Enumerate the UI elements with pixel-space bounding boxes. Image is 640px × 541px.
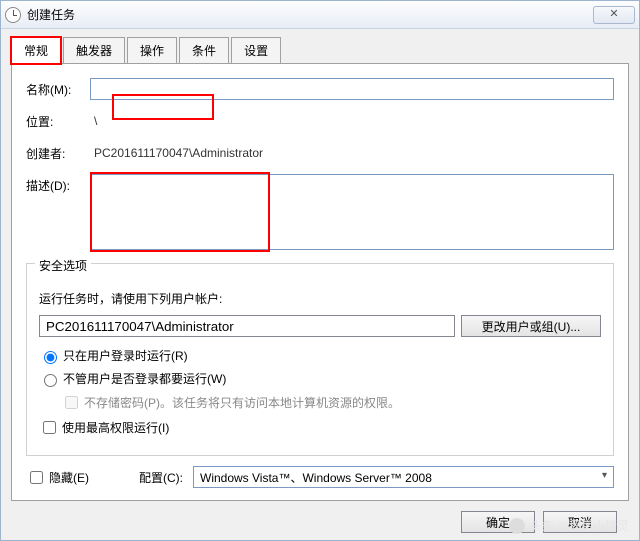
title-bar: 创建任务 ✕ — [1, 1, 639, 29]
checkbox-hidden[interactable] — [30, 471, 43, 484]
checkbox-no-store-password — [65, 396, 78, 409]
label-location: 位置: — [26, 110, 90, 130]
radio-run-logged-on[interactable] — [44, 351, 57, 364]
location-value: \ — [90, 110, 614, 132]
label-creator: 创建者: — [26, 142, 90, 162]
tab-strip: 常规 触发器 操作 条件 设置 — [11, 37, 629, 64]
checkbox-hidden-label: 隐藏(E) — [49, 469, 89, 486]
dialog-window: 创建任务 ✕ 常规 触发器 操作 条件 设置 名称(M): 位置: \ 创建者:… — [0, 0, 640, 541]
security-prompt: 运行任务时，请使用下列用户帐户: — [39, 290, 601, 307]
window-title: 创建任务 — [27, 6, 593, 23]
description-textarea[interactable] — [90, 174, 614, 250]
tab-settings[interactable]: 设置 — [231, 37, 281, 64]
label-name: 名称(M): — [26, 78, 90, 98]
checkbox-no-store-password-label: 不存储密码(P)。该任务将只有访问本地计算机资源的权限。 — [84, 394, 400, 411]
tab-conditions[interactable]: 条件 — [179, 37, 229, 64]
checkbox-highest-privileges[interactable] — [43, 421, 56, 434]
label-description: 描述(D): — [26, 174, 90, 194]
security-legend: 安全选项 — [35, 257, 91, 274]
radio-run-any[interactable] — [44, 374, 57, 387]
tab-panel-general: 名称(M): 位置: \ 创建者: PC201611170047\Adminis… — [11, 63, 629, 501]
security-options-group: 安全选项 运行任务时，请使用下列用户帐户: 更改用户或组(U)... 只在用户登… — [26, 263, 614, 456]
tab-actions[interactable]: 操作 — [127, 37, 177, 64]
ok-button[interactable]: 确定 — [461, 511, 535, 533]
radio-run-any-label: 不管用户是否登录都要运行(W) — [63, 370, 226, 387]
radio-run-logged-on-label: 只在用户登录时运行(R) — [63, 347, 188, 364]
content-area: 常规 触发器 操作 条件 设置 名称(M): 位置: \ 创建者: PC2016… — [1, 29, 639, 541]
close-button[interactable]: ✕ — [593, 6, 635, 24]
configure-for-select[interactable]: Windows Vista™、Windows Server™ 2008 — [193, 466, 614, 488]
user-account-input[interactable] — [39, 315, 455, 337]
configure-for-value: Windows Vista™、Windows Server™ 2008 — [200, 469, 432, 486]
creator-value: PC201611170047\Administrator — [90, 142, 614, 164]
clock-icon — [5, 7, 21, 23]
tab-general[interactable]: 常规 — [11, 37, 61, 64]
tab-triggers[interactable]: 触发器 — [63, 37, 125, 64]
cancel-button[interactable]: 取消 — [543, 511, 617, 533]
name-input[interactable] — [90, 78, 614, 100]
dialog-buttons: 确定 取消 — [11, 501, 629, 533]
label-configure-for: 配置(C): — [139, 469, 183, 486]
checkbox-highest-privileges-label: 使用最高权限运行(I) — [62, 419, 169, 436]
change-user-button[interactable]: 更改用户或组(U)... — [461, 315, 601, 337]
